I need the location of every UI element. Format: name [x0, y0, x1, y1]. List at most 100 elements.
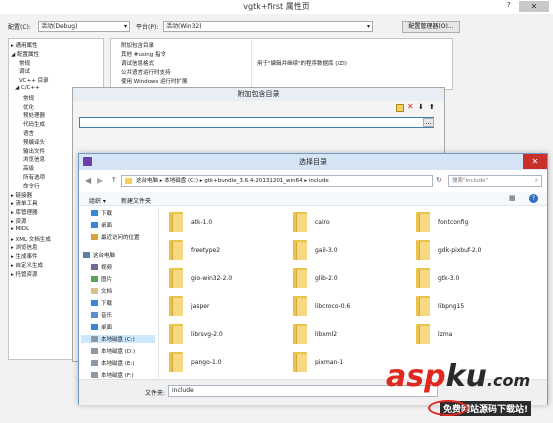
tree-item[interactable]: ▸ MIDL: [11, 226, 29, 232]
help-icon[interactable]: ?: [529, 194, 538, 203]
nav-item[interactable]: 本地磁盘 (D:): [91, 347, 135, 355]
folder-icon[interactable]: [416, 240, 430, 260]
folder-label[interactable]: libpng15: [438, 303, 464, 310]
tree-item[interactable]: VC++ 目录: [19, 76, 49, 84]
folder-icon[interactable]: [169, 268, 183, 288]
include-path-input[interactable]: [79, 117, 434, 128]
property-name[interactable]: 使用 Windows 运行时扩展: [121, 77, 188, 85]
organize-button[interactable]: 组织 ▾: [89, 196, 106, 205]
tree-item[interactable]: ▸ 自定义生成: [11, 261, 43, 269]
platform-select[interactable]: 活动(Win32) ▾: [163, 21, 373, 32]
folder-icon[interactable]: [169, 324, 183, 344]
property-name[interactable]: 公共语言运行时支持: [121, 68, 171, 76]
tree-item[interactable]: ▸ XML 文档生成: [11, 235, 51, 243]
folder-label[interactable]: atk-1.0: [191, 219, 212, 226]
tree-item[interactable]: ▸ 生成事件: [11, 252, 38, 260]
nav-item[interactable]: 文档: [91, 287, 112, 295]
nav-item[interactable]: 音乐: [91, 311, 112, 319]
browse-button[interactable]: ...: [423, 118, 434, 127]
delete-icon[interactable]: ✕: [407, 102, 414, 111]
property-name[interactable]: 调试信息格式: [121, 59, 154, 67]
folder-label[interactable]: gtk-3.0: [438, 275, 459, 282]
tree-item[interactable]: ▸ 库管理器: [11, 208, 38, 216]
folder-label[interactable]: gio-win32-2.0: [191, 275, 232, 282]
nav-item[interactable]: 视频: [91, 263, 112, 271]
folder-label[interactable]: pixman-1: [315, 359, 343, 366]
tree-item[interactable]: 预处理器: [23, 111, 45, 119]
tree-item[interactable]: 浏览信息: [23, 155, 45, 163]
tree-item[interactable]: 所有选项: [23, 173, 45, 181]
folder-icon[interactable]: [293, 352, 307, 372]
crumb-computer[interactable]: 这台电脑: [136, 178, 158, 184]
move-down-icon[interactable]: ⬇: [418, 103, 424, 111]
breadcrumb[interactable]: 这台电脑 ▸ 本地磁盘 (C:) ▸ gtk+bundle_3.6.4-2013…: [121, 175, 433, 187]
tree-item[interactable]: ▸ 浏览信息: [11, 243, 38, 251]
tree-item[interactable]: ◢ C/C++: [15, 85, 40, 91]
folder-icon[interactable]: [416, 212, 430, 232]
nav-item[interactable]: 最近访问的位置: [91, 233, 140, 241]
property-name[interactable]: 附加包含目录: [121, 41, 154, 49]
tree-item[interactable]: 代码生成: [23, 120, 45, 128]
folder-icon[interactable]: [293, 324, 307, 344]
tree-item[interactable]: ▸ 托管资源: [11, 270, 38, 278]
search-input[interactable]: 搜索"include" ⌕: [448, 175, 542, 187]
folder-label[interactable]: libcroco-0.6: [315, 303, 350, 310]
folder-icon[interactable]: [293, 296, 307, 316]
tree-item[interactable]: 预编译头: [23, 138, 45, 146]
folder-label[interactable]: gail-3.0: [315, 247, 338, 254]
folder-label[interactable]: librsvg-2.0: [191, 331, 223, 338]
tree-item[interactable]: ◢ 配置属性: [11, 50, 39, 58]
tree-item[interactable]: 语言: [23, 129, 34, 137]
nav-item[interactable]: 下载: [91, 299, 112, 307]
crumb-include[interactable]: include: [309, 178, 329, 184]
folder-icon[interactable]: [416, 296, 430, 316]
folder-icon[interactable]: [416, 268, 430, 288]
folder-icon[interactable]: [169, 352, 183, 372]
folder-icon[interactable]: [293, 212, 307, 232]
tree-item[interactable]: 输出文件: [23, 147, 45, 155]
folder-icon[interactable]: [293, 240, 307, 260]
nav-item[interactable]: 本地磁盘 (F:): [91, 371, 134, 378]
back-icon[interactable]: ◀: [85, 176, 91, 185]
new-folder-button[interactable]: 新建文件夹: [121, 196, 151, 205]
folder-label[interactable]: pango-1.0: [191, 359, 222, 366]
close-icon[interactable]: ✕: [519, 1, 549, 12]
tree-item[interactable]: ▸ 通用属性: [11, 41, 38, 49]
tree-item[interactable]: 命令行: [23, 182, 40, 190]
close-icon[interactable]: ✕: [523, 154, 547, 169]
nav-item[interactable]: 这台电脑: [83, 251, 115, 259]
folder-label[interactable]: cairo: [315, 219, 330, 226]
nav-item[interactable]: 本地磁盘 (E:): [91, 359, 134, 367]
up-icon[interactable]: ↑: [111, 176, 117, 184]
refresh-icon[interactable]: ↻: [436, 176, 442, 184]
forward-icon[interactable]: ▶: [97, 176, 103, 185]
move-up-icon[interactable]: ⬆: [429, 103, 435, 111]
folder-label[interactable]: freetype2: [191, 247, 220, 254]
tree-item[interactable]: ▸ 链接器: [11, 191, 32, 199]
property-name[interactable]: 其他 #using 指令: [121, 50, 166, 58]
folder-icon[interactable]: [293, 268, 307, 288]
help-icon[interactable]: ?: [507, 1, 511, 9]
tree-item[interactable]: 调试: [19, 67, 30, 75]
config-select[interactable]: 活动(Debug) ▾: [38, 21, 130, 32]
tree-item[interactable]: ▸ 资源: [11, 217, 27, 225]
tree-item[interactable]: 优化: [23, 103, 34, 111]
folder-label[interactable]: lzma: [438, 331, 452, 338]
view-icon[interactable]: ▦: [509, 194, 516, 202]
config-manager-button[interactable]: 配置管理器(O)...: [402, 21, 460, 33]
folder-icon[interactable]: [416, 324, 430, 344]
tree-item[interactable]: ▸ 清单工具: [11, 199, 38, 207]
new-line-icon[interactable]: [396, 104, 404, 112]
tree-item[interactable]: 常规: [23, 94, 34, 102]
nav-item[interactable]: 图片: [91, 275, 112, 283]
folder-label[interactable]: glib-2.0: [315, 275, 338, 282]
tree-item[interactable]: 高级: [23, 164, 34, 172]
property-value[interactable]: 用于"编辑并继续"的程序数据库 (/ZI): [257, 59, 347, 67]
nav-item[interactable]: 桌面: [91, 323, 112, 331]
nav-item[interactable]: 本地磁盘 (C:): [81, 335, 155, 343]
crumb-gtk[interactable]: gtk+bundle_3.6.4-20131201_win64: [204, 178, 302, 184]
folder-label[interactable]: jasper: [191, 303, 209, 310]
crumb-drive[interactable]: 本地磁盘 (C:): [164, 178, 198, 184]
nav-item[interactable]: 桌面: [91, 221, 112, 229]
folder-icon[interactable]: [169, 212, 183, 232]
